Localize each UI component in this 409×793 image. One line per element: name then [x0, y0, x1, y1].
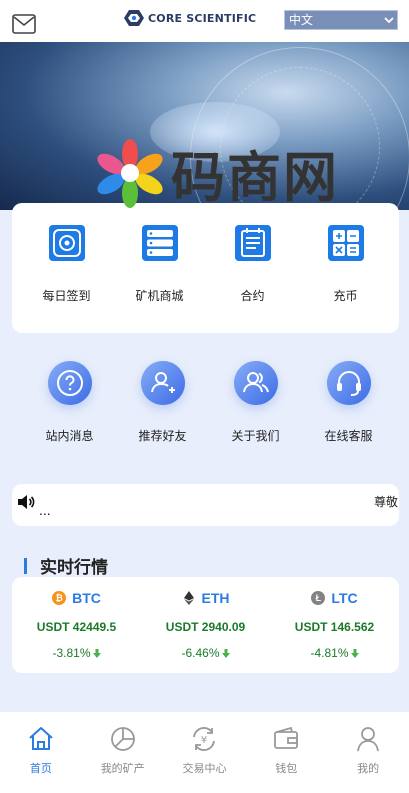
eth-icon — [183, 591, 194, 605]
bottom-tab-bar: 首页 我的矿产 ¥ 交易中心 钱包 我的 — [0, 711, 409, 793]
add-user-icon — [140, 361, 185, 405]
mail-icon[interactable] — [12, 14, 36, 34]
quick-action-sign-in[interactable]: 每日签到 — [20, 225, 113, 304]
quick-action-contract[interactable]: 合约 — [206, 225, 299, 304]
down-arrow-icon — [221, 648, 230, 658]
market-coins: ₿ BTC USDT 42449.5 -3.81% ETH USDT 2940.… — [12, 588, 399, 660]
btc-icon: ₿ — [52, 591, 67, 605]
logo-mark-icon — [124, 10, 144, 26]
speaker-icon — [18, 495, 35, 509]
chevron-down-icon — [384, 17, 394, 24]
tab-my-mining[interactable]: 我的矿产 — [82, 712, 164, 793]
home-icon — [29, 727, 53, 750]
language-selected: 中文 — [289, 13, 314, 27]
coin-btc[interactable]: ₿ BTC USDT 42449.5 -3.81% — [12, 588, 141, 660]
calculator-icon — [327, 225, 364, 261]
secondary-action-label: 关于我们 — [231, 429, 280, 443]
tab-trade-center[interactable]: ¥ 交易中心 — [164, 712, 246, 793]
coin-change-value: -4.81% — [310, 646, 349, 660]
tab-profile[interactable]: 我的 — [327, 712, 409, 793]
watermark-text: 码商网 — [171, 146, 339, 209]
coin-head: ETH — [182, 588, 230, 608]
coin-price: USDT 42449.5 — [36, 620, 117, 634]
logo: CORE SCIENTIFIC — [123, 9, 256, 27]
coin-head: ₿ BTC — [52, 588, 101, 608]
language-select[interactable]: 中文 — [284, 10, 398, 30]
tab-label: 交易中心 — [182, 763, 227, 775]
wallet-icon — [274, 726, 299, 749]
coin-change: -4.81% — [310, 646, 359, 660]
down-arrow-icon — [350, 648, 359, 658]
tab-label: 我的 — [357, 763, 380, 775]
watermark-flower-icon — [97, 138, 163, 208]
header: CORE SCIENTIFIC 中文 — [0, 0, 409, 42]
coin-eth[interactable]: ETH USDT 2940.09 -6.46% — [141, 588, 270, 660]
secondary-action-about[interactable]: 关于我们 — [209, 361, 302, 444]
watermark: 码商网 — [95, 133, 339, 212]
logo-text: CORE SCIENTIFIC — [148, 11, 257, 25]
tab-label: 钱包 — [275, 763, 298, 775]
profile-icon — [357, 727, 379, 752]
svg-text:¥: ¥ — [201, 735, 207, 746]
secondary-action-label: 推荐好友 — [138, 429, 187, 443]
notice-ellipsis: ... — [39, 502, 51, 518]
notice-bar[interactable]: ... 尊敬 — [12, 484, 399, 526]
secondary-action-referral[interactable]: 推荐好友 — [116, 361, 209, 444]
coin-symbol: BTC — [72, 590, 101, 606]
ltc-icon: Ł — [311, 591, 326, 605]
contract-icon — [234, 225, 271, 261]
quick-action-miner-shop[interactable]: 矿机商城 — [113, 225, 206, 304]
tab-home[interactable]: 首页 — [0, 712, 82, 793]
market-section-title: 实时行情 — [24, 553, 108, 578]
coin-symbol: ETH — [201, 590, 230, 606]
pie-chart-icon — [110, 727, 135, 751]
coin-ltc[interactable]: Ł LTC USDT 146.562 -4.81% — [270, 588, 399, 660]
notice-scroll-text: 尊敬 — [374, 495, 399, 509]
down-arrow-icon — [92, 648, 101, 658]
section-accent-bar — [24, 557, 27, 574]
quick-actions-grid: 每日签到 矿机商城 合约 充币 — [20, 225, 409, 304]
coin-price: USDT 146.562 — [294, 620, 375, 634]
coin-change: -6.46% — [181, 646, 230, 660]
server-icon — [141, 225, 178, 261]
quick-action-label: 充币 — [333, 289, 358, 303]
market-title: 实时行情 — [40, 558, 108, 577]
quick-action-deposit[interactable]: 充币 — [299, 225, 392, 304]
coin-head: Ł LTC — [311, 588, 358, 608]
secondary-actions-grid: 站内消息 推荐好友 关于我们 在线客服 — [23, 361, 409, 444]
coin-change-value: -6.46% — [181, 646, 220, 660]
quick-action-label: 每日签到 — [42, 289, 91, 303]
sign-in-icon — [48, 225, 85, 261]
secondary-action-messages[interactable]: 站内消息 — [23, 361, 116, 444]
coin-price: USDT 2940.09 — [165, 620, 246, 634]
tab-wallet[interactable]: 钱包 — [245, 712, 327, 793]
secondary-action-label: 在线客服 — [324, 429, 373, 443]
question-icon — [47, 361, 92, 405]
coin-symbol: LTC — [331, 590, 358, 606]
users-icon — [233, 361, 278, 405]
coin-change-value: -3.81% — [52, 646, 91, 660]
headset-icon — [326, 361, 371, 405]
secondary-action-label: 站内消息 — [45, 429, 94, 443]
secondary-action-support[interactable]: 在线客服 — [302, 361, 395, 444]
quick-action-label: 合约 — [240, 289, 265, 303]
coin-change: -3.81% — [52, 646, 101, 660]
tab-label: 我的矿产 — [100, 763, 145, 775]
tab-label: 首页 — [29, 763, 52, 775]
exchange-icon: ¥ — [193, 727, 216, 751]
quick-action-label: 矿机商城 — [135, 289, 184, 303]
